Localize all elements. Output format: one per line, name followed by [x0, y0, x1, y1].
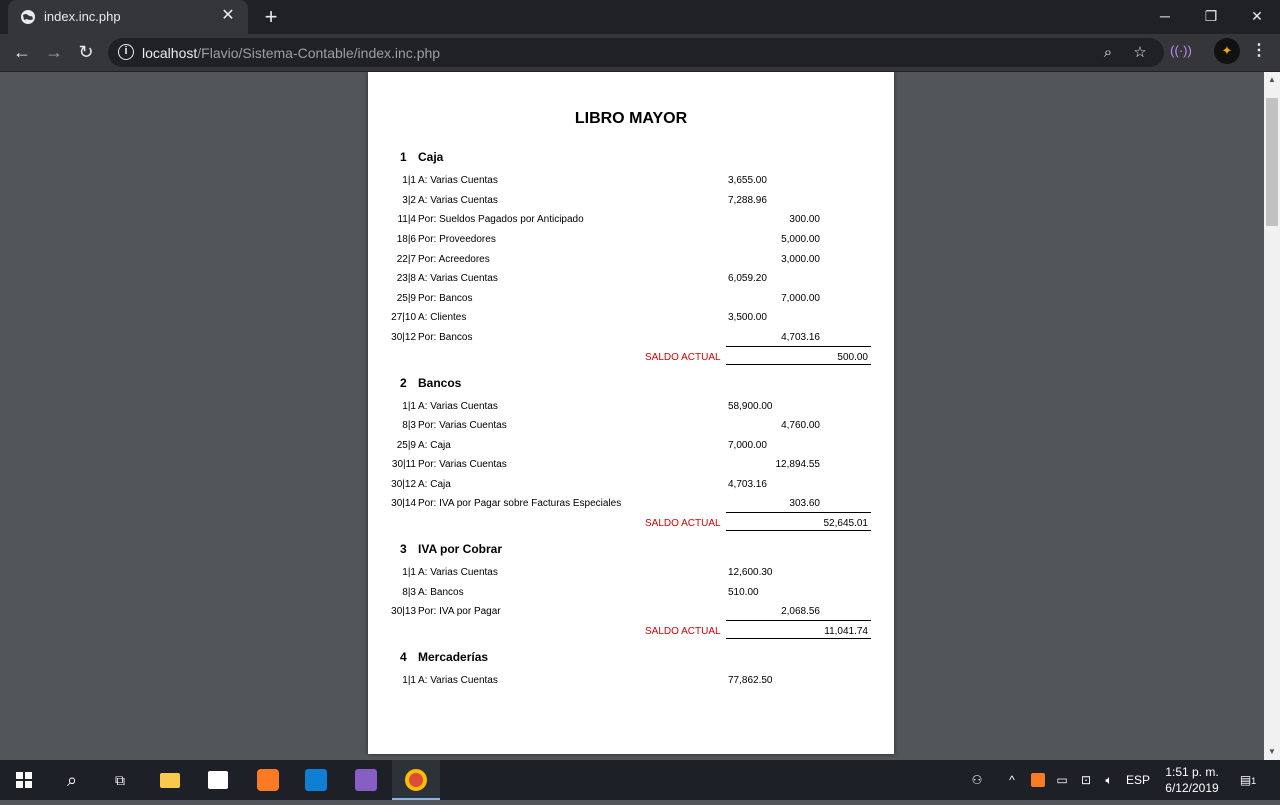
start-button[interactable]	[0, 760, 48, 800]
total-rule	[726, 620, 871, 621]
chrome-taskbar-icon[interactable]	[392, 760, 440, 800]
ledger-entry: 27|10 A: Clientes 3,500.00	[391, 312, 767, 323]
language-indicator[interactable]: ESP	[1124, 760, 1152, 800]
close-tab-icon[interactable]: ✕	[218, 6, 238, 26]
saldo-value: 500.00	[837, 352, 868, 363]
star-icon[interactable]: ☆	[1130, 43, 1150, 63]
task-view-icon[interactable]: ⧉	[96, 760, 144, 800]
browser-toolbar: ← → ↻ i localhost/Flavio/Sistema-Contabl…	[0, 34, 1280, 72]
new-tab-button[interactable]: +	[258, 4, 284, 30]
pdf-page: LIBRO MAYOR 1 Caja 1|1 A: Varias Cuentas 3,…	[368, 72, 894, 754]
saldo-label: SALDO ACTUAL	[645, 352, 721, 363]
ledger-entry: 30|12 A: Caja 4,703.16	[391, 479, 767, 490]
reload-icon: ↻	[78, 42, 94, 62]
ledger-entry: 1|1 A: Varias Cuentas 77,862.50	[402, 675, 773, 686]
profile-avatar[interactable]: ✦	[1214, 38, 1240, 64]
scroll-down-icon[interactable]: ▼	[1264, 744, 1280, 760]
account-header: 2 Bancos	[400, 376, 462, 390]
account-header: 1 Caja	[400, 150, 444, 164]
network-icon[interactable]: ⊡	[1076, 760, 1096, 800]
ledger-entry: 22|7 Por: Acreedores 3,000.00	[396, 254, 820, 265]
address-bar[interactable]: i localhost/Flavio/Sistema-Contable/inde…	[108, 38, 1164, 67]
reload-button[interactable]: ↻	[72, 38, 100, 66]
forward-button[interactable]: →	[40, 38, 68, 66]
back-button[interactable]: ←	[8, 38, 36, 66]
clock[interactable]: 1:51 p. m. 6/12/2019	[1158, 764, 1226, 796]
kebab-menu-icon[interactable]: ⋮	[1248, 40, 1270, 62]
ledger-entry: 1|1 A: Varias Cuentas 12,600.30	[402, 567, 773, 578]
scrollbar-thumb[interactable]	[1266, 98, 1278, 226]
info-icon[interactable]: i	[118, 44, 134, 60]
store-icon[interactable]	[194, 760, 242, 800]
magnifier-icon[interactable]: ⌕	[1098, 43, 1118, 63]
total-rule	[726, 512, 871, 513]
clock-time: 1:51 p. m.	[1165, 765, 1219, 779]
people-icon[interactable]: ⚇	[966, 760, 988, 800]
ledger-entry: 8|3 A: Bancos 510.00	[402, 587, 759, 598]
battery-icon[interactable]: ▭	[1052, 760, 1072, 800]
arrow-right-icon: →	[45, 42, 63, 62]
ledger-entry: 3|2 A: Varias Cuentas 7,288.96	[402, 195, 767, 206]
search-icon[interactable]: ⌕	[48, 760, 96, 800]
arrow-left-icon: ←	[13, 42, 31, 62]
saldo-label: SALDO ACTUAL	[645, 518, 721, 529]
vertical-scrollbar[interactable]: ▲ ▼	[1264, 72, 1280, 760]
ledger-entry: 30|11 Por: Varias Cuentas 12,894.55	[391, 459, 820, 470]
saldo-value: 11,041.74	[824, 626, 868, 637]
xampp-icon[interactable]	[244, 760, 292, 800]
account-header: 4 Mercaderías	[400, 650, 489, 664]
browser-titlebar: index.inc.php ✕ + ─ ❐ ✕	[0, 0, 1280, 34]
tab-title: index.inc.php	[44, 9, 121, 24]
ledger-entry: 1|1 A: Varias Cuentas 3,655.00	[402, 175, 767, 186]
xampp-tray-icon[interactable]	[1028, 760, 1048, 800]
saldo-rule	[726, 364, 871, 365]
ledger-entry: 25|9 Por: Bancos 7,000.00	[396, 293, 820, 304]
url-text[interactable]: localhost/Flavio/Sistema-Contable/index.…	[142, 45, 440, 61]
saldo-value: 52,645.01	[823, 518, 869, 529]
ledger-entry: 11|4 Por: Sueldos Pagados por Anticipado 3…	[397, 214, 820, 225]
total-rule	[726, 346, 871, 347]
visual-studio-icon[interactable]	[342, 760, 390, 800]
notification-count: 1	[1251, 776, 1257, 786]
volume-icon[interactable]: 🔈︎	[1098, 760, 1120, 800]
windows-logo-icon	[16, 772, 32, 788]
saldo-rule	[726, 638, 871, 639]
saldo-label: SALDO ACTUAL	[645, 626, 721, 637]
restore-icon[interactable]: ❐	[1188, 0, 1234, 32]
saldo-rule	[726, 530, 871, 531]
scroll-up-icon[interactable]: ▲	[1264, 72, 1280, 88]
chevron-up-icon[interactable]: ^	[1004, 760, 1020, 800]
browser-tab[interactable]: index.inc.php ✕	[8, 0, 248, 34]
minimize-icon[interactable]: ─	[1142, 0, 1188, 32]
cast-extension-icon[interactable]: ((·))	[1170, 40, 1192, 62]
account-header: 3 IVA por Cobrar	[400, 542, 503, 556]
ledger-entry: 1|1 A: Varias Cuentas 58,900.00	[402, 401, 773, 412]
document-title: LIBRO MAYOR	[574, 110, 688, 127]
pdf-viewer[interactable]: LIBRO MAYOR 1 Caja 1|1 A: Varias Cuentas 3,…	[0, 72, 1264, 760]
file-explorer-icon[interactable]	[146, 760, 194, 800]
ledger-entry: 25|9 A: Caja 7,000.00	[396, 440, 767, 451]
close-window-icon[interactable]: ✕	[1234, 0, 1280, 32]
ledger-entry: 18|6 Por: Proveedores 5,000.00	[396, 234, 820, 245]
globe-icon	[21, 10, 35, 24]
ledger-entry: 23|8 A: Varias Cuentas 6,059.20	[396, 273, 767, 284]
ledger-entry: 8|3 Por: Varias Cuentas 4,760.00	[402, 420, 820, 431]
vscode-icon[interactable]	[292, 760, 340, 800]
notification-icon[interactable]: ▤1	[1236, 760, 1260, 800]
clock-date: 6/12/2019	[1165, 781, 1219, 795]
windows-taskbar: ⌕ ⧉ ⚇ ^ ▭ ⊡ 🔈︎ ESP 1:51 p. m. 6/12/2019 …	[0, 760, 1280, 800]
